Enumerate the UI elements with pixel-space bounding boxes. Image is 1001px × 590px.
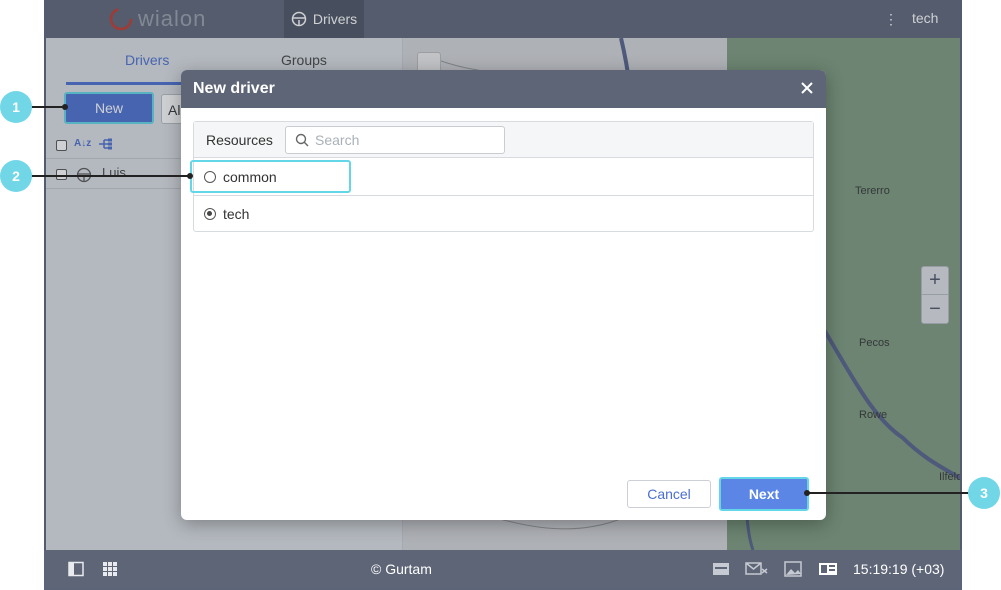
callout-3: 3	[968, 477, 1000, 509]
apps-grid-icon[interactable]	[102, 561, 118, 577]
next-button[interactable]: Next	[719, 477, 809, 511]
callout-dot	[187, 173, 193, 179]
resources-panel: Resources Search common tech	[190, 121, 814, 233]
panel-toggle-icon[interactable]	[68, 561, 84, 577]
callout-dot	[804, 490, 810, 496]
resources-header: Resources Search	[194, 122, 813, 158]
resource-radio[interactable]	[204, 208, 216, 220]
resource-name: common	[223, 169, 277, 185]
resource-radio[interactable]	[204, 171, 216, 183]
callout-dot	[62, 104, 68, 110]
notifications-icon[interactable]	[712, 561, 730, 577]
dialog-header: New driver	[181, 70, 826, 108]
search-icon	[295, 133, 309, 147]
cancel-button[interactable]: Cancel	[627, 480, 711, 508]
resources-label: Resources	[206, 132, 273, 148]
callout-1: 1	[0, 91, 32, 123]
callout-line	[30, 175, 190, 177]
resource-row-tech[interactable]: tech	[194, 196, 813, 233]
resource-name: tech	[223, 206, 250, 222]
resource-row-common[interactable]: common	[190, 159, 813, 196]
bottom-bar: © Gurtam 15:19:19 (+03)	[46, 550, 960, 588]
new-driver-dialog: New driver Resources Search common tech …	[181, 70, 826, 520]
clock: 15:19:19 (+03)	[853, 561, 945, 577]
callout-line	[806, 492, 970, 494]
callout-line	[30, 106, 66, 108]
image-icon[interactable]	[784, 561, 802, 577]
copyright: © Gurtam	[371, 561, 432, 577]
layout-icon[interactable]	[818, 561, 838, 577]
dialog-title: New driver	[193, 80, 275, 97]
callout-2: 2	[0, 160, 32, 192]
messages-icon[interactable]	[745, 561, 769, 577]
close-icon[interactable]	[799, 80, 815, 96]
search-placeholder: Search	[315, 132, 360, 148]
resource-search-input[interactable]: Search	[285, 126, 505, 154]
